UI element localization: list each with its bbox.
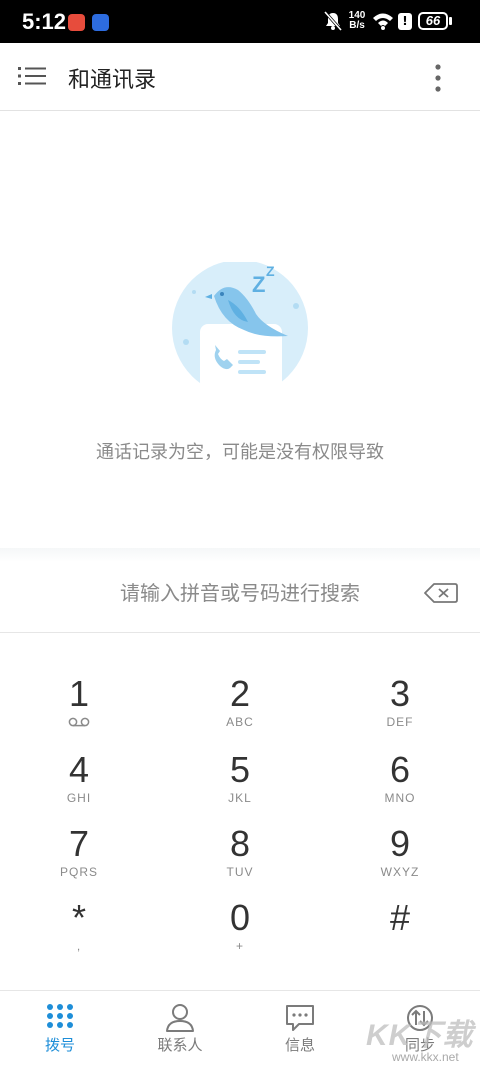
nav-item-sync[interactable]: 同步: [360, 991, 480, 1067]
key-5[interactable]: 5 JKL: [180, 750, 300, 820]
key-0[interactable]: 0 +: [180, 898, 300, 968]
nav-item-contacts[interactable]: 联系人: [120, 991, 240, 1067]
key-digit: 8: [229, 823, 251, 864]
key-letters: DEF: [386, 715, 414, 729]
key-8[interactable]: 8 TUV: [180, 824, 300, 894]
app-bar: 和通讯录: [0, 43, 480, 111]
key-letters: ,: [76, 939, 82, 953]
key-digit: 3: [389, 673, 411, 714]
key-digit: 0: [229, 897, 251, 938]
nav-label: 信息: [284, 1036, 315, 1054]
key-letters: +: [235, 939, 244, 953]
nav-label: 拨号: [44, 1036, 75, 1054]
key-letters: MNO: [384, 791, 416, 805]
key-4[interactable]: 4 GHI: [19, 750, 139, 820]
sleeping-bird-phone-illustration: Z Z: [170, 260, 312, 396]
key-letters: [340, 938, 460, 954]
battery-tip: [449, 17, 452, 25]
muted-bell-icon: [323, 11, 343, 35]
network-speed-unit: B/s: [349, 20, 365, 31]
key-digit: *: [71, 897, 86, 938]
battery-icon: 66: [418, 12, 448, 30]
svg-text:Z: Z: [266, 263, 275, 279]
key-hash[interactable]: #: [340, 898, 460, 968]
key-9[interactable]: 9 WXYZ: [340, 824, 460, 894]
alert-icon: !: [398, 13, 412, 30]
hamburger-menu-icon[interactable]: [18, 65, 46, 91]
sync-icon: [404, 1003, 436, 1037]
person-icon: [164, 1003, 196, 1037]
dialpad-icon: [44, 1003, 76, 1037]
key-digit: 9: [389, 823, 411, 864]
nav-item-messages[interactable]: 信息: [240, 991, 360, 1067]
key-7[interactable]: 7 PQRS: [19, 824, 139, 894]
nav-label: 同步: [404, 1036, 435, 1054]
svg-text:Z: Z: [252, 272, 265, 297]
empty-state-message: 通话记录为空，可能是没有权限导致: [96, 442, 384, 463]
key-star[interactable]: * ,: [19, 898, 139, 968]
key-digit: 2: [229, 673, 251, 714]
key-letters: ABC: [226, 715, 254, 729]
more-vertical-icon[interactable]: [428, 63, 448, 97]
key-letters: WXYZ: [380, 865, 420, 879]
status-bar: 5:12 140 B/s ! 66: [0, 0, 480, 43]
app-notification-icon: [68, 14, 85, 31]
key-digit: 5: [229, 749, 251, 790]
key-letters: TUV: [226, 865, 254, 879]
key-digit: 1: [68, 673, 90, 714]
key-6[interactable]: 6 MNO: [340, 750, 460, 820]
voicemail-icon: [19, 714, 139, 730]
search-input[interactable]: [60, 576, 420, 610]
battery-level: 66: [425, 13, 441, 28]
key-letters: PQRS: [59, 865, 98, 879]
key-2[interactable]: 2 ABC: [180, 674, 300, 744]
key-digit: #: [389, 897, 411, 938]
network-speed: 140 B/s: [346, 11, 368, 31]
dial-search-bar: [0, 548, 480, 633]
backspace-icon[interactable]: [424, 582, 458, 608]
key-digit: 6: [389, 749, 411, 790]
page-title: 和通讯录: [68, 68, 157, 93]
key-1[interactable]: 1: [19, 674, 139, 744]
key-letters: JKL: [228, 791, 252, 805]
wifi-icon: [372, 12, 394, 34]
nav-label: 联系人: [157, 1036, 203, 1054]
nav-item-dial[interactable]: 拨号: [0, 991, 120, 1067]
status-time: 5:12: [22, 9, 67, 34]
message-icon: [284, 1003, 316, 1037]
key-letters: GHI: [66, 791, 92, 805]
key-digit: 4: [68, 749, 90, 790]
app-notification-icon-2: [92, 14, 109, 31]
key-digit: 7: [68, 823, 90, 864]
bottom-nav: 拨号 联系人 信息 同步: [0, 990, 480, 1067]
key-3[interactable]: 3 DEF: [340, 674, 460, 744]
